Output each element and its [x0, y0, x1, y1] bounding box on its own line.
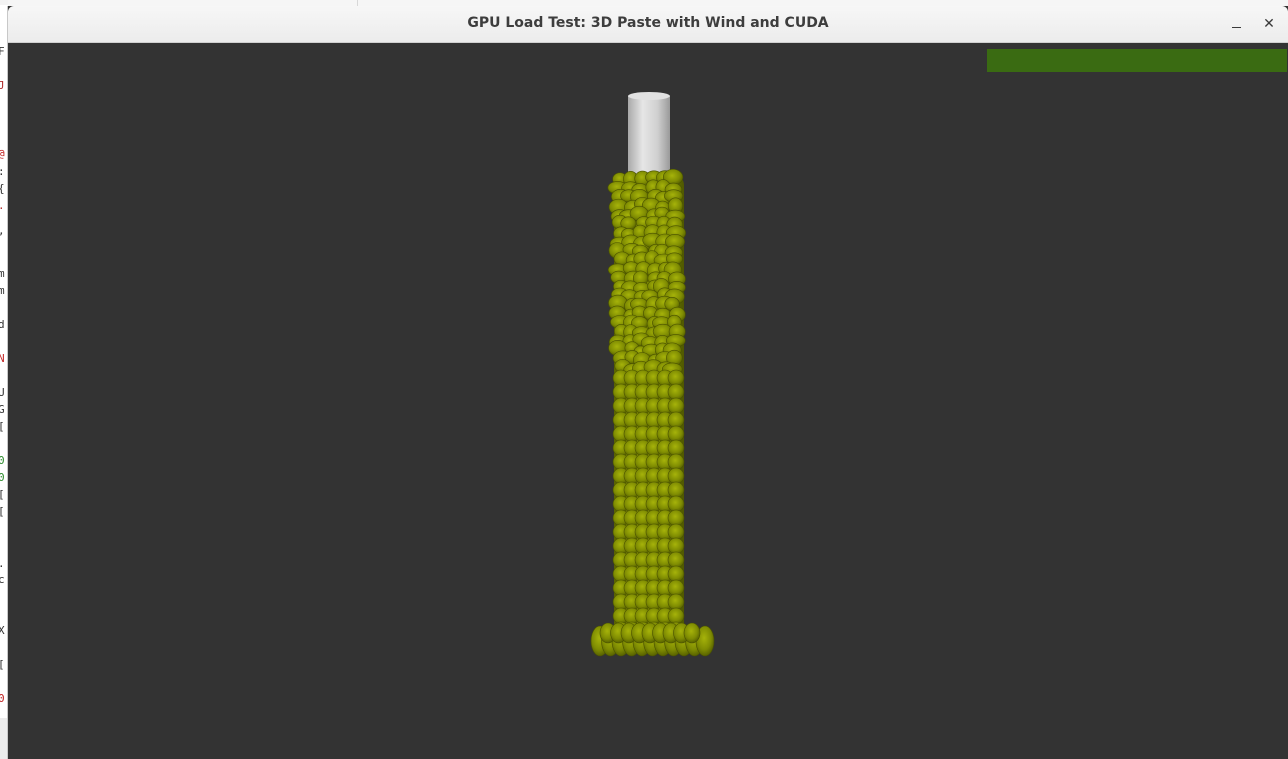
close-icon: ✕	[1263, 16, 1275, 32]
render-viewport[interactable]	[8, 43, 1288, 759]
close-button[interactable]: ✕	[1258, 13, 1280, 35]
paste-scene	[590, 92, 715, 657]
nozzle	[628, 92, 670, 176]
window-title: GPU Load Test: 3D Paste with Wind and CU…	[467, 15, 829, 31]
minimize-button[interactable]	[1225, 13, 1247, 35]
title-bar[interactable]: GPU Load Test: 3D Paste with Wind and CU…	[8, 6, 1288, 43]
minimize-icon	[1231, 26, 1241, 28]
app-window: GPU Load Test: 3D Paste with Wind and CU…	[7, 6, 1288, 759]
paste-column	[590, 168, 715, 657]
